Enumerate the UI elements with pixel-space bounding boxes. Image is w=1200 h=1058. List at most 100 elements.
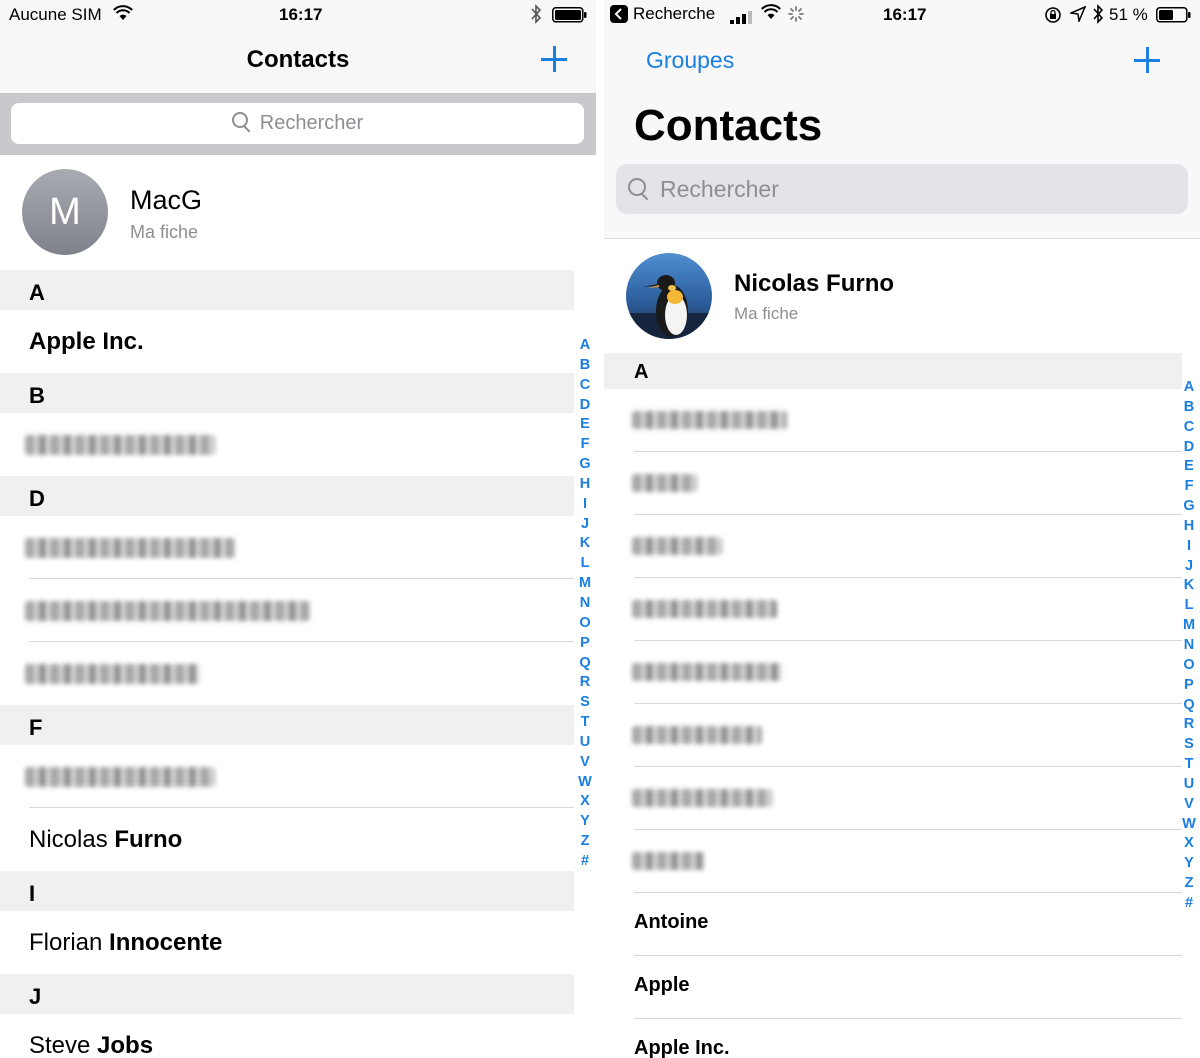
index-letter[interactable]: S xyxy=(575,693,595,713)
section-index[interactable]: A B C D E F G H I J K L M N O P Q R S T U V W X Y Z # xyxy=(1179,378,1199,914)
index-letter[interactable]: J xyxy=(575,515,595,535)
index-letter[interactable]: U xyxy=(575,733,595,753)
index-letter[interactable]: N xyxy=(575,594,595,614)
index-letter[interactable]: B xyxy=(1179,398,1199,418)
contact-row[interactable] xyxy=(632,515,1182,578)
index-letter[interactable]: X xyxy=(575,792,595,812)
contact-name: Apple Inc. xyxy=(634,1037,730,1058)
contact-row[interactable] xyxy=(632,830,1182,893)
index-letter[interactable]: K xyxy=(575,534,595,554)
contact-row[interactable] xyxy=(632,767,1182,830)
contact-name: Florian Innocente xyxy=(29,929,222,957)
index-letter[interactable]: B xyxy=(575,356,595,376)
contact-row[interactable]: Florian Innocente xyxy=(29,911,574,974)
contact-row[interactable]: Antoine xyxy=(634,893,1182,956)
add-contact-button[interactable] xyxy=(1134,47,1160,73)
index-letter[interactable]: T xyxy=(575,713,595,733)
index-letter[interactable]: D xyxy=(575,396,595,416)
index-letter[interactable]: I xyxy=(575,495,595,515)
index-letter[interactable]: E xyxy=(1179,457,1199,477)
search-icon xyxy=(231,112,252,132)
index-letter[interactable]: G xyxy=(1179,497,1199,517)
contact-row[interactable]: Apple Inc. xyxy=(634,1019,1182,1058)
right-phone-screen: Recherche 16:17 51 % Groupes Contacts Re… xyxy=(604,0,1200,1058)
index-letter[interactable]: V xyxy=(575,753,595,773)
status-time: 16:17 xyxy=(279,5,323,24)
index-letter[interactable]: P xyxy=(575,634,595,654)
index-letter[interactable]: R xyxy=(1179,715,1199,735)
index-letter[interactable]: Y xyxy=(1179,854,1199,874)
index-letter[interactable]: D xyxy=(1179,438,1199,458)
index-letter[interactable]: L xyxy=(1179,596,1199,616)
index-letter[interactable]: U xyxy=(1179,775,1199,795)
index-letter[interactable]: H xyxy=(575,475,595,495)
index-letter[interactable]: R xyxy=(575,673,595,693)
contact-last-name: Jobs xyxy=(97,1032,154,1058)
contact-row[interactable]: Nicolas Furno xyxy=(29,808,574,871)
index-letter[interactable]: # xyxy=(1179,894,1199,914)
index-letter[interactable]: M xyxy=(1179,616,1199,636)
index-letter[interactable]: I xyxy=(1179,537,1199,557)
contact-row[interactable] xyxy=(632,389,1182,452)
contact-row[interactable] xyxy=(632,704,1182,767)
contact-row[interactable]: Apple xyxy=(634,956,1182,1019)
back-to-app-icon[interactable] xyxy=(610,5,628,28)
index-letter[interactable]: K xyxy=(1179,576,1199,596)
index-letter[interactable]: L xyxy=(575,554,595,574)
my-card[interactable]: M MacG Ma fiche xyxy=(0,155,596,270)
groups-button[interactable]: Groupes xyxy=(646,47,734,74)
index-letter[interactable]: A xyxy=(1179,378,1199,398)
search-input[interactable]: Rechercher xyxy=(11,103,584,144)
contact-row[interactable] xyxy=(632,641,1182,704)
index-letter[interactable]: C xyxy=(575,376,595,396)
index-letter[interactable]: G xyxy=(575,455,595,475)
wifi-icon xyxy=(761,4,781,25)
contact-row[interactable]: Apple Inc. xyxy=(29,310,574,373)
contact-row[interactable] xyxy=(25,642,574,705)
index-letter[interactable]: H xyxy=(1179,517,1199,537)
battery-icon xyxy=(1156,7,1192,28)
contact-row[interactable] xyxy=(632,578,1182,641)
index-letter[interactable]: Z xyxy=(575,832,595,852)
index-letter[interactable]: C xyxy=(1179,418,1199,438)
contact-row[interactable] xyxy=(632,452,1182,515)
index-letter[interactable]: O xyxy=(575,614,595,634)
index-letter[interactable]: A xyxy=(575,336,595,356)
my-card[interactable]: Nicolas Furno Ma fiche xyxy=(604,240,1200,353)
index-letter[interactable]: Y xyxy=(575,812,595,832)
index-letter[interactable]: N xyxy=(1179,636,1199,656)
index-letter[interactable]: P xyxy=(1179,676,1199,696)
index-letter[interactable]: S xyxy=(1179,735,1199,755)
index-letter[interactable]: W xyxy=(1179,815,1199,835)
index-letter[interactable]: O xyxy=(1179,656,1199,676)
contact-row[interactable] xyxy=(25,413,574,476)
index-letter[interactable]: V xyxy=(1179,795,1199,815)
orientation-lock-icon xyxy=(1044,6,1062,29)
index-letter[interactable]: F xyxy=(575,435,595,455)
contact-row[interactable] xyxy=(25,745,574,808)
add-contact-button[interactable] xyxy=(541,46,567,72)
index-letter[interactable]: # xyxy=(575,852,595,872)
contact-row[interactable]: Steve Jobs xyxy=(29,1014,574,1058)
search-input[interactable]: Rechercher xyxy=(616,164,1188,214)
index-letter[interactable]: Q xyxy=(1179,696,1199,716)
contacts-list: A Apple Inc. B D F Nicolas Furno I Florian Inno… xyxy=(0,270,574,1058)
index-letter[interactable]: J xyxy=(1179,557,1199,577)
contact-name: Antoine xyxy=(634,911,708,934)
index-letter[interactable]: M xyxy=(575,574,595,594)
contact-row[interactable] xyxy=(25,516,574,579)
blurred-contact-name xyxy=(25,664,200,684)
index-letter[interactable]: Z xyxy=(1179,874,1199,894)
avatar: M xyxy=(22,169,108,255)
section-index[interactable]: A B C D E F G H I J K L M N O P Q R S T U V W X Y Z # xyxy=(575,336,595,872)
index-letter[interactable]: W xyxy=(575,773,595,793)
status-bar: Aucune SIM 16:17 xyxy=(0,0,596,30)
index-letter[interactable]: E xyxy=(575,415,595,435)
index-letter[interactable]: T xyxy=(1179,755,1199,775)
contact-row[interactable] xyxy=(25,579,574,642)
left-phone-screen: Aucune SIM 16:17 Contacts Rechercher M M… xyxy=(0,0,596,1058)
back-to-app-label[interactable]: Recherche xyxy=(633,4,715,24)
index-letter[interactable]: Q xyxy=(575,654,595,674)
index-letter[interactable]: F xyxy=(1179,477,1199,497)
index-letter[interactable]: X xyxy=(1179,834,1199,854)
